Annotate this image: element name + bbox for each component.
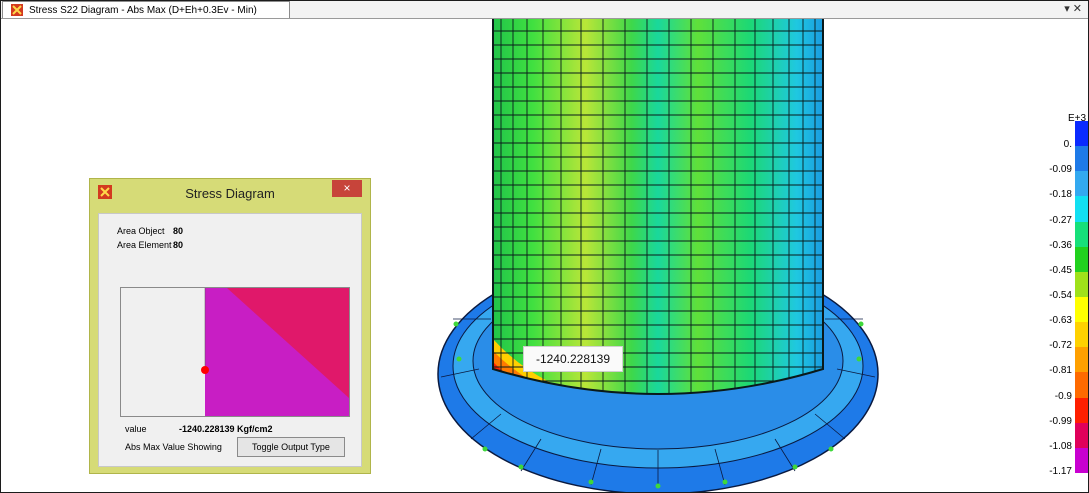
legend-label: -0.63	[1049, 315, 1072, 327]
legend-swatch	[1075, 397, 1088, 424]
value-label: value	[125, 424, 147, 434]
legend-swatch	[1075, 297, 1088, 323]
area-element-value: 80	[173, 240, 184, 250]
legend-label: -0.36	[1049, 239, 1072, 251]
dialog-titlebar[interactable]: Stress Diagram ×	[90, 179, 370, 207]
stress-value: -1240.228139 Kgf/cm2	[179, 424, 273, 434]
legend-label: -1.08	[1049, 440, 1072, 452]
legend-swatch	[1075, 121, 1088, 147]
legend-swatch	[1075, 171, 1088, 197]
dialog-title: Stress Diagram	[185, 186, 275, 201]
legend-label: -1.17	[1049, 466, 1072, 477]
legend-label: -0.45	[1049, 264, 1072, 276]
element-stress-preview	[120, 287, 350, 417]
legend-label: -0.18	[1049, 189, 1072, 201]
close-button[interactable]: ×	[332, 180, 362, 197]
dialog-body: Area Object 80 Area Element 80 value -12…	[98, 213, 362, 467]
legend-label: 0.	[1063, 139, 1072, 151]
abs-max-text: Abs Max Value Showing	[125, 442, 222, 452]
legend-swatch	[1075, 221, 1088, 248]
legend-label: -0.09	[1049, 164, 1072, 176]
tab-bar: Stress S22 Diagram - Abs Max (D+Eh+0.3Ev…	[1, 1, 1088, 19]
legend-swatch	[1075, 196, 1088, 223]
legend-label: -0.9	[1054, 390, 1072, 402]
legend-label: -0.99	[1049, 415, 1072, 427]
legend-label: -0.72	[1049, 340, 1072, 352]
legend-label: -0.27	[1049, 214, 1072, 226]
stress-diagram-dialog: Stress Diagram × Area Object 80 Area Ele…	[89, 178, 371, 474]
selected-point-marker	[201, 366, 209, 374]
legend-label: -0.81	[1049, 365, 1072, 377]
legend-color-bar	[1075, 121, 1088, 474]
tab-stress-diagram[interactable]: Stress S22 Diagram - Abs Max (D+Eh+0.3Ev…	[2, 1, 290, 18]
legend-swatch	[1075, 422, 1088, 449]
legend-swatch	[1075, 347, 1088, 373]
legend-swatch	[1075, 447, 1088, 474]
cylinder-body	[493, 19, 823, 394]
area-object-value: 80	[173, 226, 184, 236]
legend-swatch	[1075, 372, 1088, 399]
area-object-label: Area Object	[117, 226, 165, 236]
app-icon	[11, 4, 23, 16]
value-tooltip: -1240.228139	[523, 346, 623, 372]
window-controls[interactable]: ▾ ✕	[1064, 2, 1082, 15]
tab-title: Stress S22 Diagram - Abs Max (D+Eh+0.3Ev…	[29, 4, 257, 16]
legend-label: -0.54	[1049, 290, 1072, 301]
area-element-label: Area Element	[117, 240, 172, 250]
legend-swatch	[1075, 271, 1088, 298]
app-window: Stress S22 Diagram - Abs Max (D+Eh+0.3Ev…	[0, 0, 1089, 493]
legend-swatch	[1075, 246, 1088, 273]
toggle-output-type-button[interactable]: Toggle Output Type	[237, 437, 345, 457]
legend-swatch	[1075, 146, 1088, 172]
legend-swatch	[1075, 322, 1088, 348]
